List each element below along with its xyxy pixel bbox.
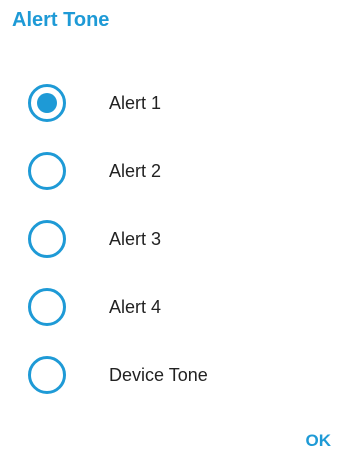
dialog-title: Alert Tone bbox=[12, 9, 110, 31]
option-alert-1[interactable]: Alert 1 bbox=[0, 72, 343, 140]
radio-selected-icon[interactable] bbox=[28, 84, 66, 122]
ok-button[interactable]: OK bbox=[306, 431, 332, 451]
option-label: Alert 3 bbox=[109, 229, 162, 249]
alert-tone-options: Alert 1 Alert 2 Alert 3 Alert 4 Device T… bbox=[0, 72, 343, 412]
option-label: Alert 1 bbox=[109, 93, 162, 113]
option-alert-4[interactable]: Alert 4 bbox=[0, 276, 343, 344]
radio-selected-dot bbox=[37, 93, 57, 113]
option-alert-3[interactable]: Alert 3 bbox=[0, 208, 343, 276]
option-device-tone[interactable]: Device Tone bbox=[0, 344, 343, 412]
radio-unselected-icon[interactable] bbox=[28, 220, 66, 258]
option-label: Alert 2 bbox=[109, 161, 162, 181]
option-label: Alert 4 bbox=[109, 297, 162, 317]
alert-tone-dialog: Alert Tone Alert 1 Alert 2 Alert 3 Alert… bbox=[0, 0, 343, 455]
radio-unselected-icon[interactable] bbox=[28, 288, 66, 326]
option-alert-2[interactable]: Alert 2 bbox=[0, 140, 343, 208]
radio-unselected-icon[interactable] bbox=[28, 152, 66, 190]
radio-unselected-icon[interactable] bbox=[28, 356, 66, 394]
option-label: Device Tone bbox=[109, 365, 208, 385]
